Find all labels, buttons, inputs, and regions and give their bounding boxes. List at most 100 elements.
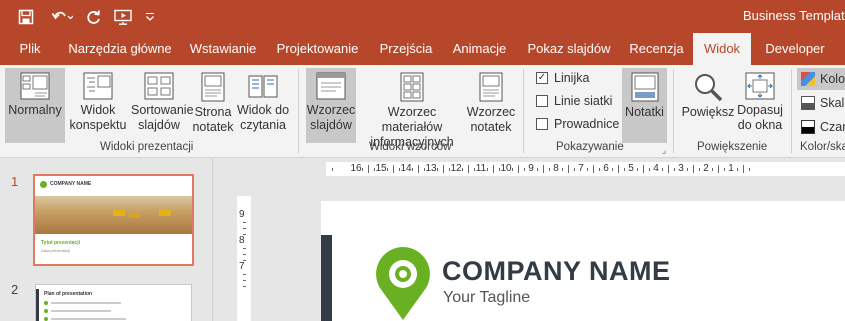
tab-design[interactable]: Projektowanie — [269, 33, 366, 65]
color-swatch-icon — [801, 72, 815, 86]
guides-checkbox[interactable]: Prowadnice — [536, 117, 619, 131]
ruler-tick-mark — [668, 165, 669, 173]
ruler-tick-label: 5 — [628, 163, 634, 174]
handout-master-label: Wzorzec materiałów — [381, 105, 443, 134]
fit-to-window-button[interactable]: Dopasuj do okna — [735, 68, 785, 143]
tab-transitions[interactable]: Przejścia — [372, 33, 440, 65]
checkbox-checked-icon: ✓ — [536, 72, 548, 84]
placeholder-line — [51, 310, 111, 312]
tab-developer[interactable]: Developer — [758, 33, 832, 65]
gridlines-checkbox[interactable]: Linie siatki — [536, 94, 612, 108]
notes-icon — [631, 72, 658, 102]
slide-thumbnail-1[interactable]: COMPANY NAME Tytuł prezentacji Data prez… — [33, 174, 194, 266]
thumbnail-scrollbar[interactable] — [212, 158, 230, 321]
ruler-tick-mark — [749, 168, 750, 171]
outline-view-label-2: konspektu — [69, 118, 127, 132]
save-icon[interactable] — [14, 0, 38, 33]
tab-review[interactable]: Recenzja — [625, 33, 688, 65]
notes-toggle-button[interactable]: Notatki — [622, 68, 667, 143]
slide-sorter-button[interactable]: Sortowanie slajdów — [131, 68, 194, 143]
slide-company-name: COMPANY NAME — [442, 256, 671, 286]
fit-to-window-icon — [745, 72, 775, 100]
ruler-tick-mark — [643, 165, 644, 173]
dialog-launcher-icon[interactable]: ⌟ — [662, 145, 666, 156]
ruler-tick-mark — [693, 165, 694, 173]
handout-master-button[interactable]: Wzorzec materiałów informacyjnych — [358, 68, 466, 149]
ruler-tick-mark — [243, 280, 246, 281]
ruler-tick-mark — [737, 168, 738, 171]
tab-view[interactable]: Widok — [693, 33, 751, 65]
zoom-button[interactable]: Powiększ — [681, 68, 735, 143]
undo-icon[interactable] — [48, 0, 76, 33]
ruler-tick-label: 6 — [603, 163, 609, 174]
tab-insert[interactable]: Wstawianie — [183, 33, 263, 65]
slide-master-label: Wzorzec — [306, 103, 356, 117]
slide-thumbnail-2[interactable]: Plan of presentation — [35, 284, 192, 321]
ruler-tick-mark — [718, 165, 719, 173]
slide-canvas[interactable]: COMPANY NAME Your Tagline — [321, 201, 845, 321]
bullet-icon — [44, 317, 48, 321]
ruler-tick-mark — [462, 168, 463, 171]
slide-master-label-2: slajdów — [310, 118, 352, 132]
ribbon-tabs: Plik Narzędzia główne Wstawianie Projekt… — [0, 33, 845, 65]
ruler-tick-mark — [387, 168, 388, 171]
ruler-tick-mark — [368, 165, 369, 173]
black-white-label: Czar — [820, 120, 845, 134]
slide-number: 2 — [11, 282, 19, 297]
black-white-button[interactable]: Czar — [797, 116, 845, 138]
tab-home[interactable]: Narzędzia główne — [62, 33, 178, 65]
notes-page-button[interactable]: Strona notatek — [190, 68, 236, 143]
outline-view-button[interactable]: Widok konspektu — [67, 68, 129, 143]
color-button[interactable]: Kolo — [797, 68, 845, 90]
ruler-tick-mark — [418, 165, 419, 173]
ruler-label: Linijka — [554, 71, 590, 85]
ruler-tick-mark — [612, 168, 613, 171]
thumbnail-construction-photo — [35, 196, 192, 234]
ruler-tick-mark — [512, 168, 513, 171]
ruler-tick-mark — [543, 165, 544, 173]
thumbnail-company-name: COMPANY NAME — [50, 181, 92, 187]
slide-thumbnail-pane: 1 COMPANY NAME Tytuł prezentacji Data pr… — [0, 158, 212, 321]
notes-page-label-2: notatek — [192, 120, 234, 134]
grayscale-button[interactable]: Skala — [797, 92, 845, 114]
slide-master-icon — [316, 72, 346, 100]
color-label: Kolo — [820, 72, 845, 86]
ruler-tick-label: 12 — [450, 163, 462, 174]
zoom-label: Powiększ — [681, 105, 735, 119]
ruler-tick-mark — [493, 165, 494, 173]
slide-number: 1 — [11, 174, 19, 189]
thumbnail-title: Tytuł prezentacji — [41, 240, 81, 246]
ruler-tick-label: 14 — [400, 163, 412, 174]
slide-tagline: Your Tagline — [443, 289, 531, 306]
slide-editor: 16 15 14 13 12 11 10 9 8 7 6 5 4 3 2 1 9 8 7 COMPANY NAME… — [230, 158, 845, 321]
ruler-tick-label: 4 — [653, 163, 659, 174]
slide-master-button[interactable]: Wzorzec slajdów — [306, 68, 356, 143]
ruler-checkbox[interactable]: ✓ Linijka — [536, 71, 589, 85]
tab-slideshow[interactable]: Pokaz slajdów — [521, 33, 617, 65]
thumbnail-logo-icon — [40, 181, 47, 188]
ruler-tick-mark — [743, 165, 744, 173]
tab-file[interactable]: Plik — [8, 33, 52, 65]
ruler-tick-mark — [562, 168, 563, 171]
checkbox-icon — [536, 95, 548, 107]
notes-master-icon — [479, 72, 503, 102]
redo-icon[interactable] — [84, 0, 104, 33]
ruler-tick-mark — [687, 168, 688, 171]
reading-view-button[interactable]: Widok do czytania — [236, 68, 290, 143]
grayscale-swatch-icon — [801, 96, 815, 110]
ruler-tick-mark — [243, 286, 246, 287]
ruler-tick-mark — [487, 168, 488, 171]
ruler-tick-mark — [712, 168, 713, 171]
notes-master-button[interactable]: Wzorzec notatek — [466, 68, 516, 143]
ruler-tick-mark — [412, 168, 413, 171]
notes-page-icon — [201, 72, 225, 102]
present-from-start-icon[interactable] — [112, 0, 136, 33]
tab-animations[interactable]: Animacje — [446, 33, 513, 65]
ruler-tick-mark — [243, 274, 246, 275]
ruler-tick-mark — [587, 168, 588, 171]
normal-view-button[interactable]: Normalny — [5, 68, 65, 143]
customize-quick-access-icon[interactable] — [143, 0, 157, 33]
notes-master-label: Wzorzec — [466, 105, 516, 119]
slide-sorter-label: Sortowanie — [131, 103, 194, 117]
group-label-presentation-views: Widoki prezentacji — [100, 141, 194, 153]
